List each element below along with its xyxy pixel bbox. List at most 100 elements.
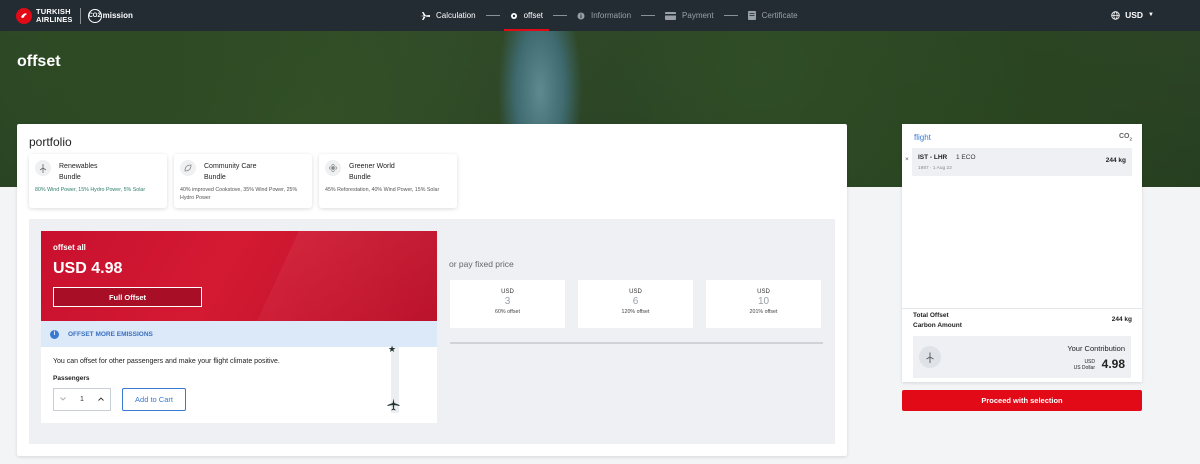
fixed-currency: USD bbox=[757, 289, 770, 295]
wind-turbine-icon bbox=[35, 160, 51, 176]
offset-more-emissions-bar[interactable]: i OFFSET MORE EMISSIONS bbox=[41, 321, 437, 347]
currency-selector[interactable]: USD ▼ bbox=[1111, 10, 1154, 20]
bundle-name-line-1: Renewables bbox=[59, 163, 98, 170]
star-icon: ★ bbox=[388, 344, 397, 354]
flight-meta: 1987 · 1 Aug 22 bbox=[918, 166, 952, 171]
total-line-1: Total Offset bbox=[913, 312, 949, 319]
step-label: Calculation bbox=[436, 11, 476, 20]
flight-emission: 244 kg bbox=[1105, 157, 1126, 164]
program-name: mission bbox=[102, 11, 133, 20]
page-title: offset bbox=[17, 53, 61, 70]
increment-icon[interactable] bbox=[98, 396, 104, 403]
contribution-box: Your Contribution USD US Dollar 4.98 bbox=[913, 336, 1131, 378]
total-offset-value: 244 kg bbox=[1111, 316, 1132, 323]
fixed-price-option[interactable]: USD 3 60% offset bbox=[450, 280, 565, 328]
proceed-button[interactable]: Proceed with selection bbox=[902, 390, 1142, 411]
bundle-card-greener-world[interactable]: Greener World Bundle 45% Reforestation, 4… bbox=[319, 154, 457, 208]
full-offset-button[interactable]: Full Offset bbox=[53, 287, 202, 307]
offset-all-panel: offset all USD 4.98 Full Offset bbox=[41, 231, 437, 321]
step-connector bbox=[485, 15, 500, 16]
add-to-cart-button[interactable]: Add to Cart bbox=[122, 388, 186, 411]
bundle-name-line-1: Greener World bbox=[349, 163, 395, 170]
fixed-price-title: or pay fixed price bbox=[449, 259, 514, 269]
co2-label: CO2 bbox=[1119, 133, 1132, 141]
step-information[interactable]: Information bbox=[577, 0, 631, 31]
bundle-description: 80% Wind Power, 15% Hydro Power, 5% Sola… bbox=[35, 187, 146, 193]
step-label: Certificate bbox=[761, 11, 798, 20]
step-connector bbox=[553, 15, 567, 16]
bundle-card-community-care[interactable]: Community Care Bundle 40% improved Cookst… bbox=[174, 154, 312, 208]
currency-value: USD bbox=[1125, 10, 1144, 20]
co2-text: CO bbox=[1118, 133, 1130, 140]
divider bbox=[902, 308, 1142, 309]
plane-icon bbox=[420, 11, 430, 20]
fixed-currency: USD bbox=[629, 289, 642, 295]
plane-icon[interactable] bbox=[387, 398, 400, 416]
total-offset-label: Total Offset Carbon Amount bbox=[913, 311, 962, 331]
step-calculation[interactable]: Calculation bbox=[420, 0, 476, 31]
passengers-label: Passengers bbox=[53, 375, 90, 382]
offset-more-description: You can offset for other passengers and … bbox=[53, 358, 280, 365]
bundle-name-line-2: Bundle bbox=[349, 174, 371, 181]
flight-route: IST - LHR bbox=[918, 154, 948, 161]
fixed-percent: 120% offset bbox=[621, 309, 650, 315]
offset-all-label: offset all bbox=[53, 243, 86, 252]
offset-main-panel: portfolio Renewables Bundle 80% Wind Powe… bbox=[17, 124, 847, 456]
brand-text: TURKISH AIRLINES bbox=[36, 7, 73, 24]
co2-badge-icon: CO2 bbox=[87, 8, 102, 23]
certificate-icon bbox=[747, 11, 756, 20]
co2-subscript: 2 bbox=[1129, 136, 1132, 142]
bundle-name-line-2: Bundle bbox=[59, 174, 81, 181]
step-label: Information bbox=[591, 11, 632, 20]
bundle-name-line-1: Community Care bbox=[204, 163, 257, 170]
bundle-name-line-2: Bundle bbox=[204, 174, 226, 181]
top-bar: TURKISH AIRLINES CO2 mission Calculation… bbox=[0, 0, 1200, 31]
leaf-icon bbox=[180, 160, 196, 176]
flower-icon bbox=[325, 160, 341, 176]
bundle-description: 40% improved Cookstove, 35% Wind Power, … bbox=[180, 187, 298, 201]
flight-row: × IST - LHR 1 ECO 1987 · 1 Aug 22 244 kg bbox=[905, 148, 1132, 176]
progress-steps: Calculation offset Information Payment C… bbox=[420, 0, 798, 31]
total-line-2: Carbon Amount bbox=[913, 322, 962, 329]
step-certificate[interactable]: Certificate bbox=[747, 0, 798, 31]
flight-summary-panel: flight CO2 × IST - LHR 1 ECO 1987 · 1 Au… bbox=[902, 124, 1142, 382]
card-icon bbox=[665, 11, 677, 20]
bundle-name: Greener World Bundle bbox=[349, 161, 395, 183]
fixed-amount: 3 bbox=[504, 296, 511, 307]
fixed-percent: 201% offset bbox=[749, 309, 778, 315]
flight-cabin: 1 ECO bbox=[956, 154, 976, 161]
caret-down-icon: ▼ bbox=[1148, 12, 1154, 18]
step-label: Payment bbox=[682, 11, 714, 20]
logo-divider bbox=[79, 7, 81, 24]
decrement-icon[interactable] bbox=[60, 396, 66, 403]
remove-flight-icon[interactable]: × bbox=[905, 156, 909, 163]
brand-line-2: AIRLINES bbox=[36, 14, 73, 24]
globe-icon bbox=[1111, 10, 1120, 20]
bundle-card-renewables[interactable]: Renewables Bundle 80% Wind Power, 15% Hyd… bbox=[29, 154, 167, 208]
passengers-stepper[interactable]: 1 bbox=[53, 388, 111, 411]
offset-card: offset all USD 4.98 Full Offset i OFFSET… bbox=[41, 231, 437, 423]
step-connector bbox=[723, 15, 738, 16]
info-icon bbox=[577, 12, 585, 20]
contribution-label: Your Contribution bbox=[1067, 344, 1125, 353]
wind-turbine-icon bbox=[919, 346, 941, 368]
turkish-airlines-bird-icon bbox=[16, 7, 32, 24]
gear-icon bbox=[510, 12, 518, 20]
fixed-percent: 60% offset bbox=[495, 309, 520, 315]
bundle-description: 45% Reforestation, 40% Wind Power, 15% S… bbox=[325, 187, 440, 193]
step-payment[interactable]: Payment bbox=[665, 0, 714, 31]
contribution-amount: 4.98 bbox=[1101, 357, 1125, 371]
divider bbox=[450, 342, 823, 344]
fixed-amount: 6 bbox=[632, 296, 639, 307]
fixed-price-option[interactable]: USD 10 201% offset bbox=[706, 280, 821, 328]
step-label: offset bbox=[523, 11, 543, 20]
fixed-price-option[interactable]: USD 6 120% offset bbox=[578, 280, 693, 328]
offset-price: USD 4.98 bbox=[53, 260, 123, 277]
step-connector bbox=[641, 15, 656, 16]
contribution-currency-name: US Dollar bbox=[1073, 365, 1095, 371]
offset-more-title: OFFSET MORE EMISSIONS bbox=[68, 330, 153, 338]
turkish-airlines-logo[interactable]: TURKISH AIRLINES CO2 mission bbox=[16, 6, 133, 25]
step-offset[interactable]: offset bbox=[503, 0, 550, 31]
contribution-currency: USD US Dollar bbox=[1074, 359, 1095, 371]
bundle-name: Renewables Bundle bbox=[59, 161, 98, 183]
